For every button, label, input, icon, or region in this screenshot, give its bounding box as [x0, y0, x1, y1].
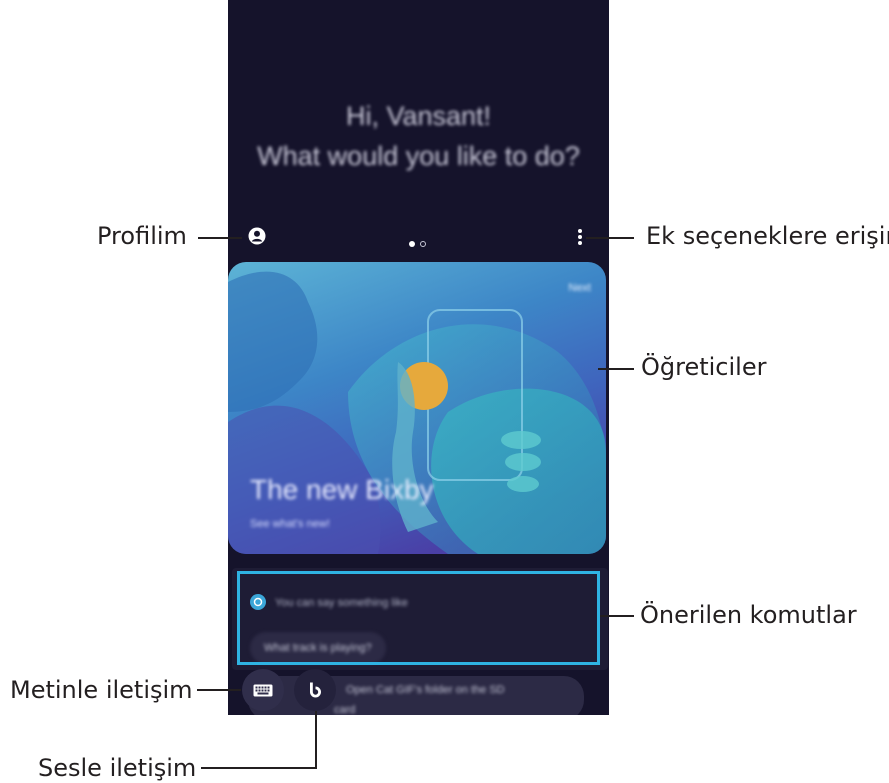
tutorial-subtitle: See what's new! — [250, 518, 330, 530]
callout-text-input: Metinle iletişim — [10, 676, 193, 704]
bixby-voice-button[interactable] — [294, 669, 336, 711]
more-options-icon[interactable] — [577, 228, 583, 251]
leader-line-more — [586, 237, 634, 239]
suggested-commands-highlight — [237, 571, 600, 665]
tutorial-card[interactable] — [228, 262, 606, 554]
greeting-question: What would you like to do? — [257, 141, 580, 171]
leader-line-profile — [198, 237, 242, 239]
tutorial-illustration — [228, 271, 606, 554]
leader-line-suggested — [600, 615, 634, 617]
callout-suggested-commands: Önerilen komutlar — [640, 601, 857, 629]
profile-icon[interactable] — [248, 227, 266, 250]
callout-tutorials: Öğreticiler — [641, 353, 767, 381]
tutorial-next-link[interactable]: Next — [568, 282, 591, 294]
leader-line-text — [197, 689, 241, 691]
leader-line-voice-h — [201, 767, 317, 769]
callout-more-options: Ek seçeneklere erişin — [646, 222, 889, 250]
leader-line-tutorials — [598, 368, 634, 370]
suggestion-chip-2-text: Open Cat GIF's folder on the SD — [346, 684, 505, 696]
bixby-icon — [310, 682, 321, 698]
leader-line-voice-v — [315, 711, 317, 769]
suggestion-chip-2-text-2: card — [334, 704, 356, 715]
keyboard-icon — [253, 684, 273, 696]
page-indicator — [409, 234, 431, 252]
callout-profile: Profilim — [97, 222, 187, 250]
callout-voice-input: Sesle iletişim — [38, 754, 197, 782]
keyboard-button[interactable] — [242, 669, 284, 711]
tutorial-title: The new Bixby — [250, 474, 434, 505]
greeting-name: Hi, Vansant! — [345, 101, 492, 131]
